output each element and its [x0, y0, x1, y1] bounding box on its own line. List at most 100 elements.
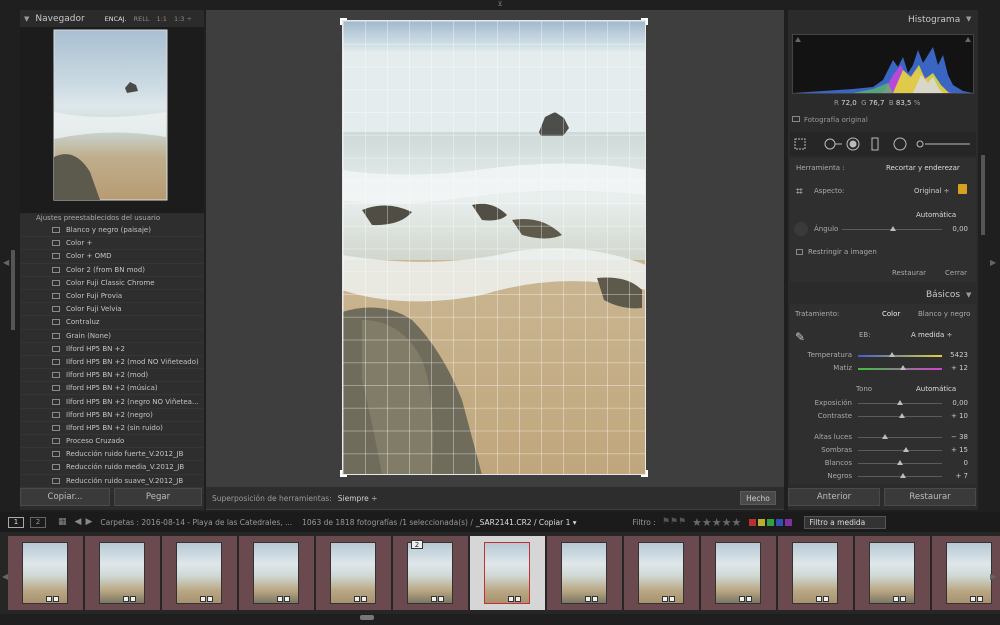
preset-item[interactable]: Blanco y negro (paisaje)	[20, 224, 204, 238]
star-icon[interactable]: ★	[692, 516, 702, 529]
preset-item[interactable]: Color Fuji Provia	[20, 290, 204, 304]
filter-select[interactable]: Filtro a medida	[804, 515, 887, 529]
tint-slider-thumb[interactable]	[899, 365, 906, 370]
blacks-slider-thumb[interactable]	[899, 473, 906, 478]
highlight-clipping-icon[interactable]	[965, 37, 971, 42]
screen-2-button[interactable]: 2	[30, 516, 46, 528]
filmstrip-thumbnail[interactable]	[239, 536, 314, 610]
shadows-slider-thumb[interactable]	[902, 447, 909, 452]
crop-handle-bottom-left[interactable]	[340, 470, 347, 477]
screen-1-button[interactable]: 1	[8, 516, 24, 528]
preset-item[interactable]: Ilford HP5 BN +2 (música)	[20, 382, 204, 396]
filmstrip-thumbnail[interactable]	[316, 536, 391, 610]
contrast-value[interactable]: + 10	[942, 412, 968, 420]
navigator-header[interactable]: ▼ Navegador ENCAJ. RELL 1:1 1:3 ÷	[20, 10, 204, 27]
green-label-icon[interactable]	[767, 518, 775, 526]
histogram-chart[interactable]	[792, 34, 974, 94]
yellow-label-icon[interactable]	[758, 518, 766, 526]
flag-filter-icon[interactable]: ⚑⚑⚑	[662, 517, 686, 527]
exposure-value[interactable]: 0,00	[942, 399, 968, 407]
treatment-color-option[interactable]: Color	[882, 310, 900, 318]
forward-arrow-icon[interactable]: ▶	[85, 517, 92, 527]
temp-slider-track[interactable]	[858, 355, 942, 357]
navigator-preview[interactable]	[20, 27, 204, 213]
red-label-icon[interactable]	[749, 518, 757, 526]
filmstrip-thumbnail[interactable]	[701, 536, 776, 610]
grid-view-icon[interactable]: ▦	[58, 517, 67, 527]
shadows-slider-track[interactable]	[858, 450, 942, 451]
done-button[interactable]: Hecho	[740, 491, 776, 505]
histogram-collapse-icon[interactable]: ▼	[966, 15, 971, 23]
whites-slider-thumb[interactable]	[897, 460, 903, 465]
preset-item[interactable]: Ilford HP5 BN +2 (mod)	[20, 369, 204, 383]
shadow-clipping-icon[interactable]	[795, 37, 801, 42]
star-icon[interactable]: ★	[722, 516, 732, 529]
histogram-title[interactable]: Histograma	[908, 15, 960, 25]
preset-item[interactable]: Ilford HP5 BN +2	[20, 343, 204, 356]
filmstrip-thumbnail[interactable]	[778, 536, 853, 610]
preset-item[interactable]: Ilford HP5 BN +2 (mod NO Viñeteado)	[20, 356, 204, 370]
preset-item[interactable]: Ilford HP5 BN +2 (negro NO Viñetea...	[20, 395, 204, 409]
right-panel-scrollbar[interactable]	[981, 155, 985, 235]
crop-icon[interactable]: ⌗	[796, 184, 803, 199]
purple-label-icon[interactable]	[785, 518, 793, 526]
filmstrip-thumbnail[interactable]	[624, 536, 699, 610]
preset-item[interactable]: Ilford HP5 BN +2 (sin ruido)	[20, 422, 204, 435]
original-photo-checkbox[interactable]	[792, 116, 800, 122]
temp-slider-thumb[interactable]	[888, 352, 895, 357]
basics-collapse-icon[interactable]: ▼	[966, 291, 971, 299]
preset-item[interactable]: Contraluz	[20, 316, 204, 330]
blacks-value[interactable]: + 7	[942, 472, 968, 480]
star-icon[interactable]: ★	[732, 516, 742, 529]
straighten-tool-icon[interactable]	[794, 222, 808, 236]
angle-slider-thumb[interactable]	[890, 226, 896, 231]
preset-item[interactable]: Color +	[20, 237, 204, 251]
reset-button[interactable]: Restaurar	[884, 488, 976, 506]
filmstrip-right-arrow-icon[interactable]: ▶	[990, 572, 996, 581]
current-file[interactable]: _SAR2141.CR2 / Copiar 1 ▾	[476, 518, 577, 527]
star-icon[interactable]: ★	[702, 516, 712, 529]
preset-item[interactable]: Color 2 (from BN mod)	[20, 264, 204, 277]
crop-overlay-grid[interactable]	[342, 20, 646, 475]
highlights-slider-track[interactable]	[858, 437, 942, 438]
paste-settings-button[interactable]: Pegar	[114, 488, 202, 506]
filmstrip-left-arrow-icon[interactable]: ◀	[2, 572, 8, 581]
highlights-slider-thumb[interactable]	[881, 434, 888, 439]
auto-straighten-button[interactable]: Automática	[916, 211, 956, 219]
back-arrow-icon[interactable]: ◀	[75, 517, 82, 527]
top-panel-toggle-icon[interactable]: ⊻	[494, 0, 506, 8]
color-label-filter[interactable]	[749, 518, 793, 526]
filmstrip-scroll-handle[interactable]	[360, 615, 374, 620]
zoom-1-1-option[interactable]: 1:1	[156, 15, 166, 23]
crop-reset-button[interactable]: Restaurar	[892, 269, 926, 277]
lock-icon[interactable]	[958, 184, 967, 194]
filmstrip-thumbnail[interactable]	[8, 536, 83, 610]
folder-path[interactable]: Carpetas : 2016-08-14 - Playa de las Cat…	[100, 518, 292, 527]
zoom-1-3-option[interactable]: 1:3 ÷	[174, 15, 192, 23]
filmstrip-thumbnail[interactable]	[85, 536, 160, 610]
preset-item[interactable]: Color Fuji Classic Chrome	[20, 277, 204, 290]
whites-value[interactable]: 0	[942, 459, 968, 467]
tool-overlay-select[interactable]: Siempre ÷	[338, 494, 378, 503]
basics-title[interactable]: Básicos	[926, 290, 960, 300]
preset-item[interactable]: Grain (None)	[20, 330, 204, 343]
preset-item[interactable]: Proceso Cruzado	[20, 435, 204, 449]
constrain-checkbox[interactable]	[796, 249, 803, 255]
rating-filter[interactable]: ★★★★★	[692, 516, 741, 529]
zoom-fill-option[interactable]: RELL	[134, 15, 150, 23]
zoom-fit-option[interactable]: ENCAJ.	[105, 15, 127, 23]
tone-auto-button[interactable]: Automática	[916, 385, 956, 393]
crop-handle-top-left[interactable]	[340, 18, 347, 25]
treatment-bw-option[interactable]: Blanco y negro	[918, 310, 970, 318]
preset-item[interactable]: Ilford HP5 BN +2 (negro)	[20, 409, 204, 422]
crop-handle-bottom-right[interactable]	[641, 470, 648, 477]
crop-close-button[interactable]: Cerrar	[945, 269, 967, 277]
preset-item[interactable]: Color Fuji Velvia	[20, 303, 204, 317]
stack-count-badge[interactable]: 2	[411, 540, 423, 549]
contrast-slider-thumb[interactable]	[898, 413, 905, 418]
left-panel-scrollbar[interactable]	[11, 250, 15, 330]
preset-item[interactable]: Reducción ruido suave_V.2012_JB	[20, 475, 204, 488]
blue-label-icon[interactable]	[776, 518, 784, 526]
right-panel-toggle-icon[interactable]: ▶	[990, 258, 996, 267]
wb-eyedropper-icon[interactable]: ✎	[795, 330, 805, 344]
